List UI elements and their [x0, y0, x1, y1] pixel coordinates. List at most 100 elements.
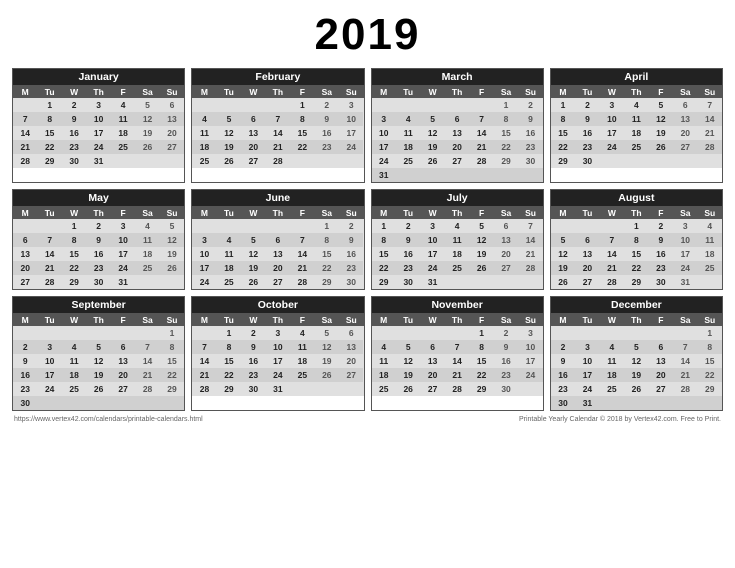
day-cell: 16 — [241, 354, 265, 368]
month-block-december: DecemberMTuWThFSaSu123456789101112131415… — [550, 296, 723, 411]
day-cell: 7 — [698, 98, 722, 112]
empty-cell — [111, 396, 135, 410]
day-header-f: F — [290, 85, 314, 98]
empty-cell — [160, 154, 184, 168]
day-header-sa: Sa — [315, 313, 339, 326]
day-cell: 29 — [372, 275, 396, 289]
empty-cell — [217, 219, 241, 233]
day-cell: 18 — [192, 140, 216, 154]
empty-cell — [673, 154, 697, 168]
day-cell: 12 — [86, 354, 110, 368]
day-cell: 4 — [217, 233, 241, 247]
day-cell: 3 — [420, 219, 444, 233]
empty-cell — [266, 98, 290, 112]
day-cell: 16 — [315, 126, 339, 140]
day-cell: 12 — [396, 354, 420, 368]
day-cell: 2 — [575, 98, 599, 112]
day-cell: 25 — [396, 154, 420, 168]
day-cell: 26 — [396, 382, 420, 396]
day-cell: 23 — [339, 261, 363, 275]
day-header-m: M — [13, 313, 37, 326]
day-cell: 18 — [698, 247, 722, 261]
day-cell: 8 — [469, 340, 493, 354]
day-cell: 8 — [160, 340, 184, 354]
day-cell: 19 — [217, 140, 241, 154]
day-cell: 10 — [339, 112, 363, 126]
day-cell: 3 — [37, 340, 61, 354]
day-cell: 22 — [698, 368, 722, 382]
month-header-september: September — [13, 297, 184, 313]
day-cell: 24 — [111, 261, 135, 275]
day-cell: 20 — [13, 261, 37, 275]
day-cell: 28 — [135, 382, 159, 396]
day-cell: 2 — [518, 98, 542, 112]
empty-cell — [13, 98, 37, 112]
month-block-may: MayMTuWThFSaSu12345678910111213141516171… — [12, 189, 185, 290]
day-cell: 2 — [62, 98, 86, 112]
day-cell: 16 — [339, 247, 363, 261]
day-cell: 8 — [62, 233, 86, 247]
day-cell: 4 — [192, 112, 216, 126]
empty-cell — [600, 154, 624, 168]
day-cell: 30 — [518, 154, 542, 168]
day-cell: 24 — [420, 261, 444, 275]
empty-cell — [266, 219, 290, 233]
day-cell: 16 — [551, 368, 575, 382]
day-cell: 18 — [396, 140, 420, 154]
day-cell: 9 — [551, 354, 575, 368]
day-cell: 30 — [575, 154, 599, 168]
day-header-tu: Tu — [217, 313, 241, 326]
day-cell: 4 — [396, 112, 420, 126]
day-cell: 15 — [372, 247, 396, 261]
day-cell: 5 — [624, 340, 648, 354]
day-header-m: M — [551, 313, 575, 326]
empty-cell — [37, 219, 61, 233]
empty-cell — [698, 396, 722, 410]
day-cell: 30 — [649, 275, 673, 289]
day-header-th: Th — [624, 313, 648, 326]
day-cell: 19 — [241, 261, 265, 275]
day-cell: 22 — [290, 140, 314, 154]
day-cell: 21 — [37, 261, 61, 275]
month-block-august: AugustMTuWThFSaSu12345678910111213141516… — [550, 189, 723, 290]
month-block-february: FebruaryMTuWThFSaSu123456789101112131415… — [191, 68, 364, 183]
day-cell: 8 — [494, 112, 518, 126]
day-cell: 20 — [649, 368, 673, 382]
month-header-december: December — [551, 297, 722, 313]
empty-cell — [135, 154, 159, 168]
day-cell: 30 — [494, 382, 518, 396]
day-cell: 12 — [551, 247, 575, 261]
day-cell: 28 — [37, 275, 61, 289]
footer-right: Printable Yearly Calendar © 2018 by Vert… — [519, 416, 721, 423]
day-cell: 27 — [111, 382, 135, 396]
empty-cell — [624, 326, 648, 340]
day-cell: 13 — [673, 112, 697, 126]
empty-cell — [290, 154, 314, 168]
day-cell: 15 — [469, 354, 493, 368]
day-cell: 1 — [160, 326, 184, 340]
day-cell: 13 — [160, 112, 184, 126]
empty-cell — [135, 396, 159, 410]
day-cell: 5 — [135, 98, 159, 112]
day-cell: 12 — [649, 112, 673, 126]
day-cell: 24 — [86, 140, 110, 154]
day-header-tu: Tu — [575, 206, 599, 219]
day-cell: 17 — [673, 247, 697, 261]
day-cell: 2 — [339, 219, 363, 233]
day-cell: 18 — [111, 126, 135, 140]
days-grid: 1234567891011121314151617181920212223242… — [192, 326, 363, 396]
day-header-m: M — [372, 313, 396, 326]
day-cell: 11 — [600, 354, 624, 368]
day-cell: 9 — [62, 112, 86, 126]
day-cell: 6 — [420, 340, 444, 354]
day-cell: 23 — [241, 368, 265, 382]
day-header-sa: Sa — [494, 206, 518, 219]
empty-cell — [518, 168, 542, 182]
day-cell: 3 — [600, 98, 624, 112]
empty-cell — [13, 326, 37, 340]
day-cell: 21 — [266, 140, 290, 154]
day-header-su: Su — [339, 313, 363, 326]
empty-cell — [420, 326, 444, 340]
day-cell: 6 — [266, 233, 290, 247]
month-header-may: May — [13, 190, 184, 206]
